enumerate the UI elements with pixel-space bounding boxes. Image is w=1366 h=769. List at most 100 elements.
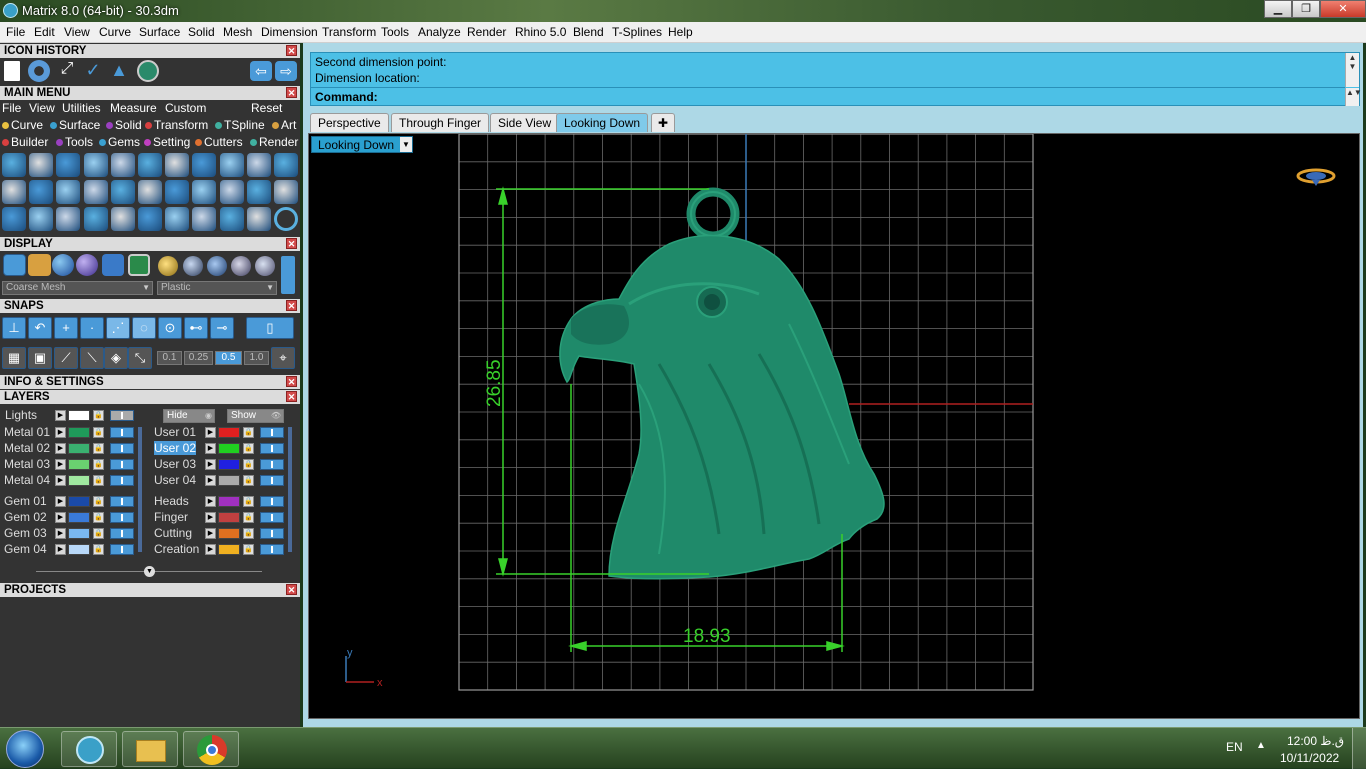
mm-curve[interactable]: Curve [2, 118, 43, 132]
shaded-icon[interactable] [52, 254, 74, 276]
download-tool-icon[interactable] [83, 153, 108, 177]
menu-mesh[interactable]: Mesh [223, 25, 252, 39]
scale-icon[interactable]: ⤢ [56, 60, 78, 82]
layer-name[interactable]: Gem 03 [4, 526, 47, 540]
layer-color-swatch[interactable] [68, 427, 90, 438]
menu-rhino[interactable]: Rhino 5.0 [515, 25, 566, 39]
view-dropdown[interactable]: Looking Down ▼ [311, 136, 413, 153]
clock-time[interactable]: 12:00 ق.ظ [1287, 734, 1344, 748]
silver-material-icon[interactable] [231, 256, 251, 276]
layer-color-swatch[interactable] [218, 475, 240, 486]
snap-center-icon[interactable]: ⊙ [158, 317, 182, 339]
planar-snap-icon[interactable]: ◈ [104, 347, 128, 369]
menu-surface[interactable]: Surface [139, 25, 180, 39]
layer-visibility-icon[interactable] [110, 459, 134, 470]
expand-icon[interactable]: ▼ [144, 566, 155, 577]
project-snap-icon[interactable]: ⤡ [128, 347, 152, 369]
layer-name[interactable]: User 04 [154, 473, 196, 487]
layer-visibility-icon[interactable] [110, 544, 134, 555]
navigation-cube-icon[interactable] [1296, 168, 1336, 186]
layer-expand-icon[interactable]: ▶ [55, 475, 66, 486]
circle-icon[interactable] [28, 60, 50, 82]
history-back-icon[interactable]: ⇦ [250, 61, 272, 81]
layer-color-swatch[interactable] [68, 475, 90, 486]
layer-lock-icon[interactable]: 🔒 [93, 496, 104, 507]
layer-color-swatch[interactable] [68, 512, 90, 523]
ruler-snap-icon[interactable]: ⟋ [54, 347, 78, 369]
snap-point-icon[interactable]: · [80, 317, 104, 339]
close-icon[interactable]: ✕ [286, 584, 297, 595]
menu-help[interactable]: Help [668, 25, 693, 39]
menu-dimension[interactable]: Dimension [261, 25, 318, 39]
gold-material-icon[interactable] [158, 256, 178, 276]
fan-tool-icon[interactable] [110, 153, 135, 177]
spread-tool-icon[interactable] [165, 207, 190, 231]
layer-visibility-icon[interactable] [260, 443, 284, 454]
layer-color-swatch[interactable] [68, 544, 90, 555]
molecule-tool-icon[interactable] [2, 180, 26, 204]
close-icon[interactable]: ✕ [286, 300, 297, 311]
feather-2-tool-icon[interactable] [219, 180, 244, 204]
layer-lock-icon[interactable]: 🔒 [93, 427, 104, 438]
layer-color-swatch[interactable] [218, 443, 240, 454]
layer-lock-icon[interactable]: 🔒 [93, 443, 104, 454]
box-snap-icon[interactable]: ▣ [28, 347, 52, 369]
show-desktop-button[interactable] [1352, 728, 1366, 769]
menu-tools[interactable]: Tools [381, 25, 409, 39]
layer-color-swatch[interactable] [218, 528, 240, 539]
close-icon[interactable]: ✕ [286, 238, 297, 249]
layer-visibility-icon[interactable] [260, 427, 284, 438]
mm-tspline[interactable]: TSpline [215, 118, 265, 132]
layer-expand-icon[interactable]: ▶ [205, 459, 216, 470]
layer-color-swatch[interactable] [218, 459, 240, 470]
fold-tool-icon[interactable] [138, 207, 162, 231]
maximize-button[interactable]: ❐ [1292, 0, 1320, 18]
mm-view[interactable]: View [29, 101, 55, 115]
layer-color-swatch[interactable] [218, 427, 240, 438]
snap-toggle-icon[interactable]: ▯ [246, 317, 294, 339]
mm-solid[interactable]: Solid [106, 118, 142, 132]
layer-color-swatch[interactable] [68, 496, 90, 507]
lights-color-swatch[interactable] [68, 410, 90, 421]
taskbar-matrix[interactable] [61, 731, 117, 767]
layer-name[interactable]: Metal 02 [4, 441, 50, 455]
texture-icon[interactable] [128, 254, 150, 276]
layer-expand-icon[interactable]: ▶ [55, 443, 66, 454]
gems-tool-icon[interactable] [29, 153, 54, 177]
glass-material-icon[interactable] [207, 256, 227, 276]
snap-perp-icon[interactable]: ⊸ [210, 317, 234, 339]
layer-color-swatch[interactable] [68, 443, 90, 454]
layer-name[interactable]: User 03 [154, 457, 196, 471]
layer-expand-icon[interactable]: ▶ [205, 496, 216, 507]
mm-art[interactable]: Art [272, 118, 296, 132]
layer-lock-icon[interactable]: 🔒 [243, 528, 254, 539]
menu-transform[interactable]: Transform [322, 25, 376, 39]
move-tool-icon[interactable] [110, 207, 135, 231]
ghost-icon[interactable] [28, 254, 51, 276]
layer-expand-icon[interactable]: ▶ [205, 427, 216, 438]
snap-near-icon[interactable]: ⋰ [106, 317, 130, 339]
snap-tangent-icon[interactable]: ↶ [28, 317, 52, 339]
matte-material-icon[interactable] [255, 256, 275, 276]
chip-tool-icon[interactable] [138, 153, 162, 177]
snap-value-0-5[interactable]: 0.5 [215, 351, 242, 365]
snap-value-1-0[interactable]: 1.0 [244, 351, 269, 365]
layer-lock-icon[interactable]: 🔒 [93, 475, 104, 486]
layer-lock-icon[interactable]: 🔒 [243, 459, 254, 470]
menu-render[interactable]: Render [467, 25, 506, 39]
layer-name[interactable]: Metal 01 [4, 425, 50, 439]
mm-render[interactable]: Render [250, 135, 298, 149]
menu-tsplines[interactable]: T-Splines [612, 25, 662, 39]
layer-expand-icon[interactable]: ▶ [55, 528, 66, 539]
hide-button[interactable]: Hide ◉ [163, 409, 215, 423]
layer-visibility-icon[interactable] [260, 459, 284, 470]
layer-expand-icon[interactable]: ▶ [205, 528, 216, 539]
tab-perspective[interactable]: Perspective [310, 113, 389, 132]
layer-expand-icon[interactable]: ▶ [205, 475, 216, 486]
layer-visibility-icon[interactable] [110, 496, 134, 507]
curve-icon[interactable]: ✓ [82, 60, 104, 82]
lights-arrow-icon[interactable]: ▶ [55, 410, 66, 421]
menu-blend[interactable]: Blend [573, 25, 604, 39]
layer-visibility-icon[interactable] [260, 528, 284, 539]
feather-tool-icon[interactable] [192, 153, 217, 177]
